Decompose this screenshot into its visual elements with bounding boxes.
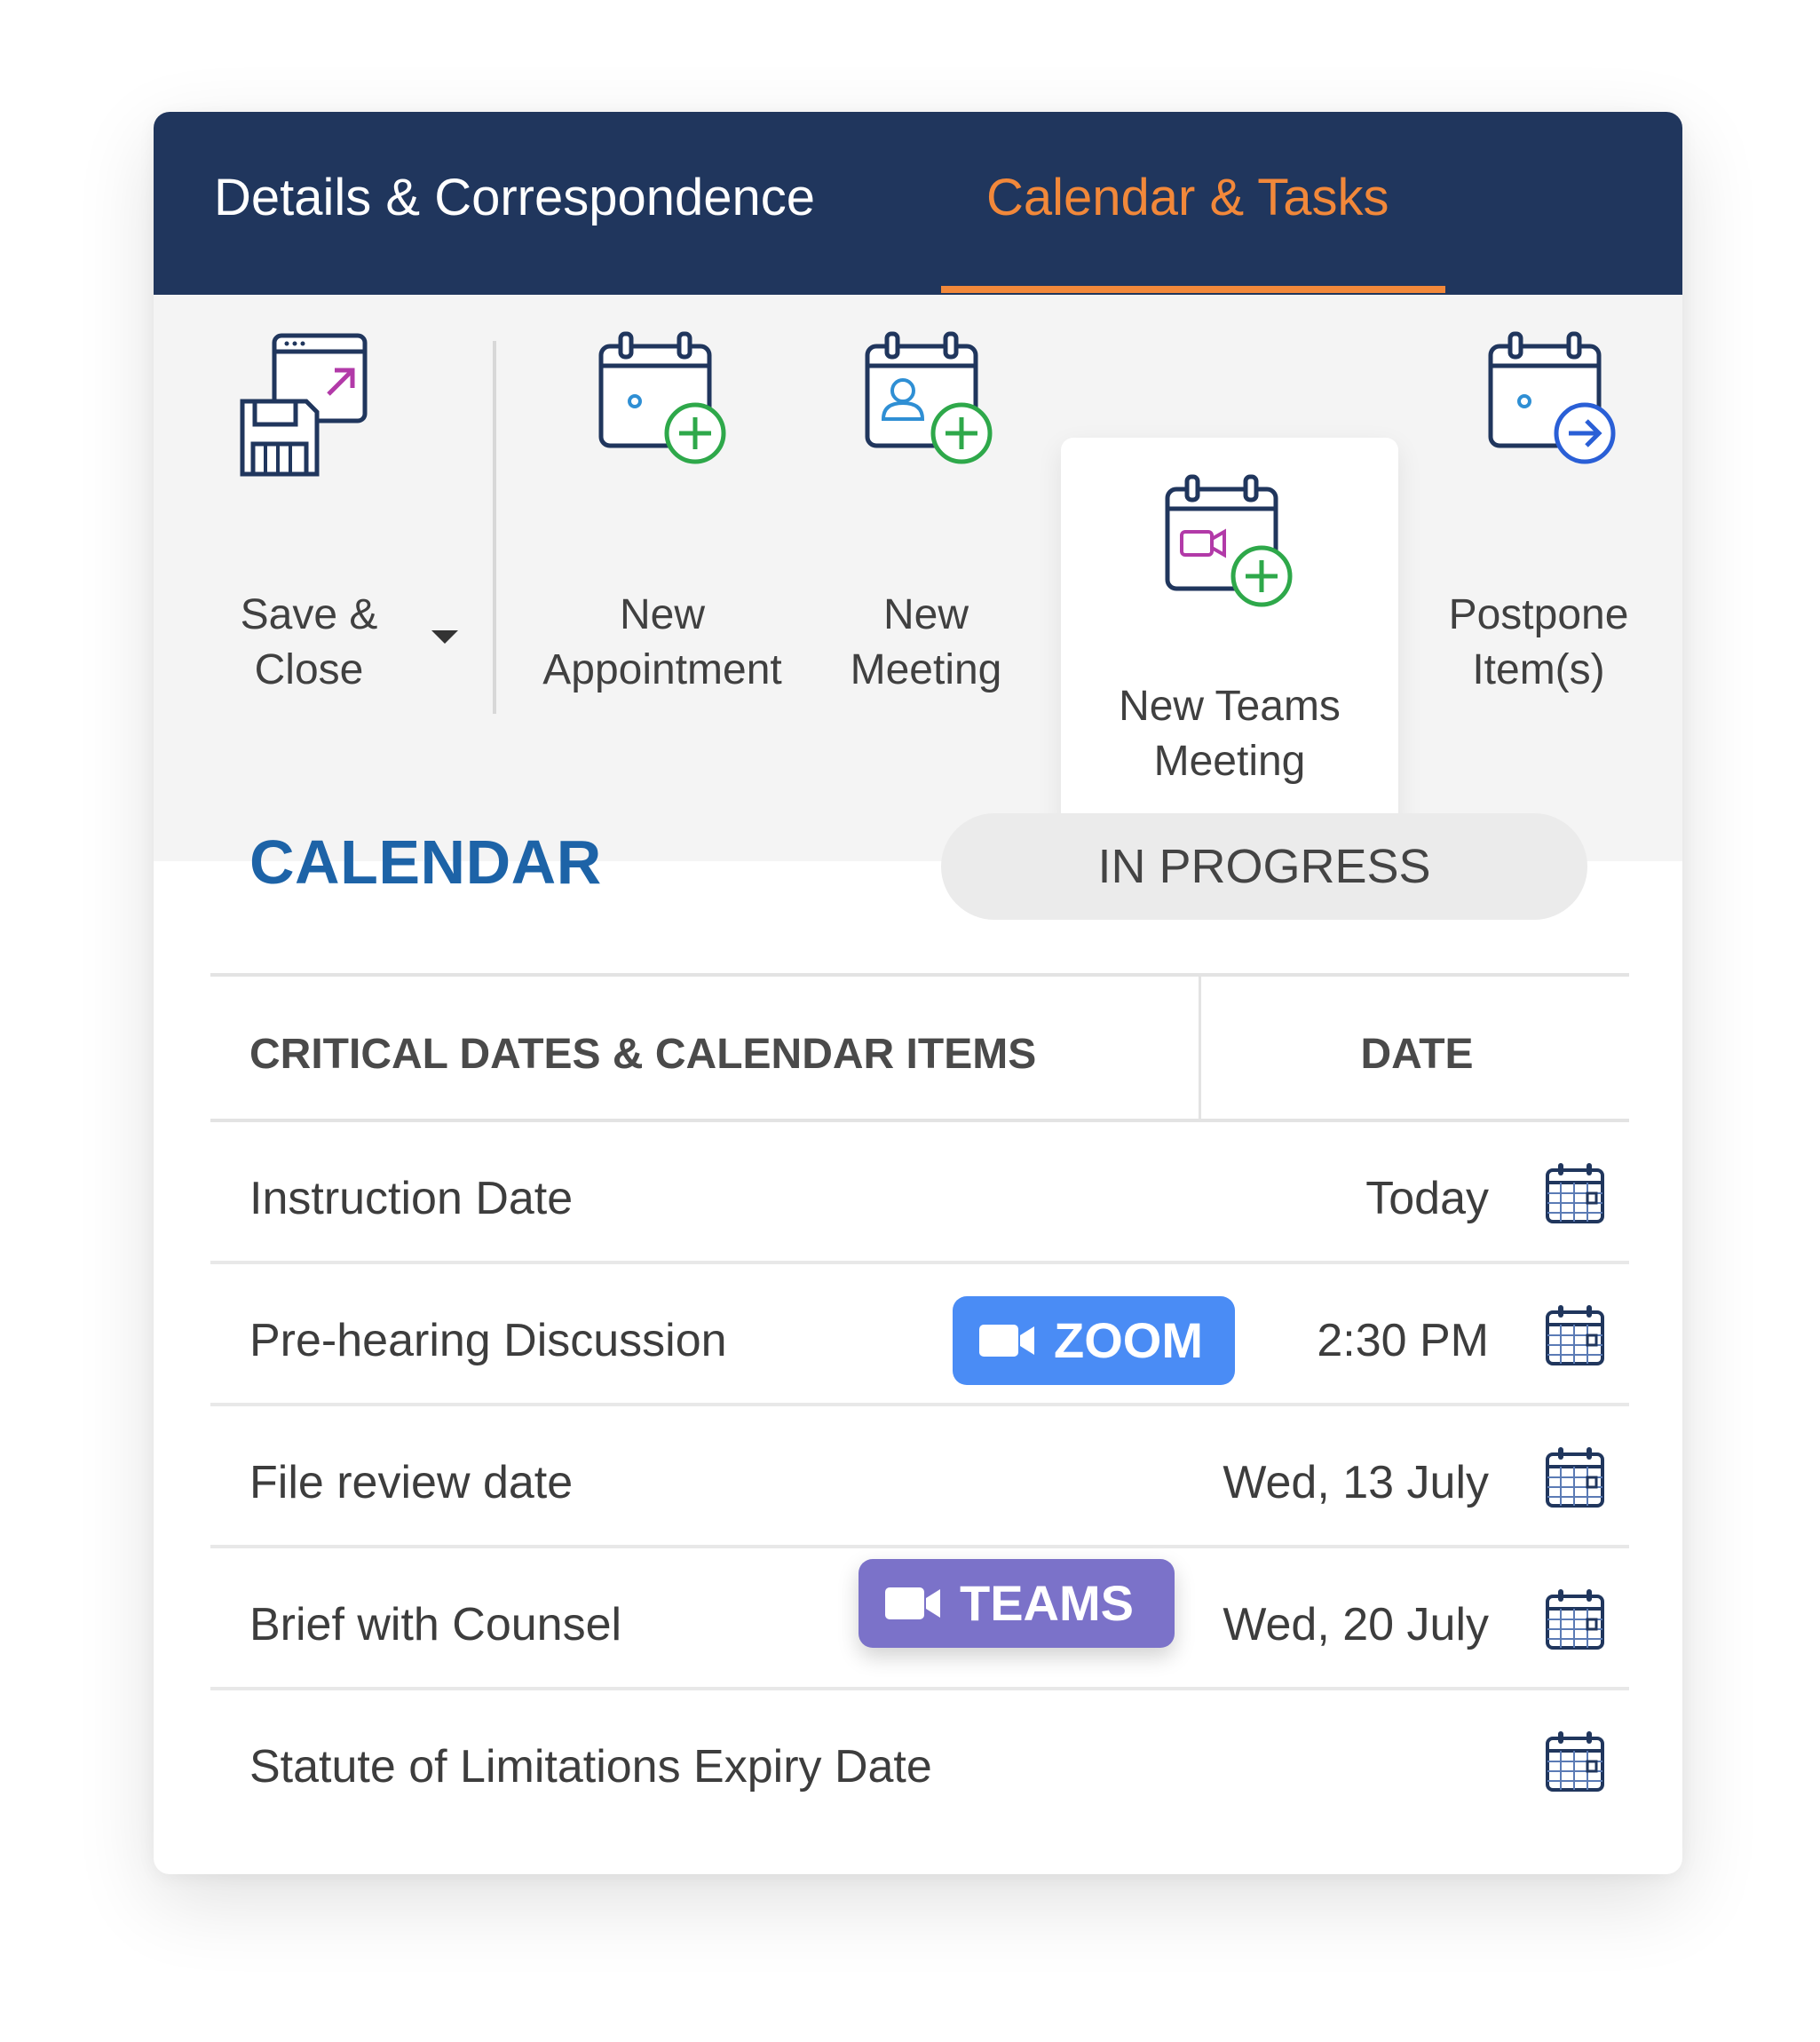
row-label: Statute of Limitations Expiry Date [249, 1741, 932, 1793]
column-divider [1199, 977, 1201, 1122]
column-header-items: CRITICAL DATES & CALENDAR ITEMS [249, 1031, 1037, 1078]
calendar-panel: Details & Correspondence Calendar & Task… [154, 112, 1682, 1874]
tab-calendar-tasks[interactable]: Calendar & Tasks [986, 172, 1389, 224]
video-camera-icon [979, 1325, 1034, 1357]
new-meeting-button[interactable]: New Meeting [837, 330, 1015, 721]
table-header: CRITICAL DATES & CALENDAR ITEMS DATE [210, 973, 1629, 1122]
save-close-button[interactable]: Save & Close [216, 330, 402, 721]
chevron-down-icon[interactable] [431, 630, 458, 644]
tab-bar: Details & Correspondence Calendar & Task… [154, 112, 1682, 295]
teams-badge-label: TEAMS [960, 1575, 1134, 1631]
zoom-badge[interactable]: ZOOM [953, 1296, 1235, 1385]
status-badge[interactable]: IN PROGRESS [941, 813, 1587, 920]
row-label: File review date [249, 1457, 574, 1508]
row-label: Brief with Counsel [249, 1599, 622, 1650]
new-meeting-label: New Meeting [850, 591, 1002, 693]
teams-badge[interactable]: TEAMS [859, 1559, 1175, 1648]
calendar-grid-icon[interactable] [1544, 1729, 1606, 1793]
row-date: Today [1365, 1173, 1489, 1224]
save-close-icon [240, 333, 368, 477]
table-row[interactable]: Statute of Limitations Expiry Date [210, 1690, 1629, 1832]
calendar-plus-icon [598, 331, 726, 464]
calendar-grid-icon[interactable] [1544, 1161, 1606, 1225]
table-row[interactable]: File review date Wed, 13 July [210, 1406, 1629, 1548]
column-header-date: DATE [1360, 1031, 1474, 1078]
calendar-grid-icon[interactable] [1544, 1303, 1606, 1367]
new-appointment-button[interactable]: New Appointment [534, 330, 791, 721]
row-date: Wed, 20 July [1223, 1599, 1489, 1650]
calendar-grid-icon[interactable] [1544, 1587, 1606, 1651]
ribbon-divider [493, 341, 496, 714]
row-date: 2:30 PM [1317, 1315, 1489, 1366]
calendar-grid-icon[interactable] [1544, 1445, 1606, 1509]
new-teams-meeting-button[interactable]: New Teams Meeting [1061, 438, 1398, 834]
calendar-video-plus-icon [1165, 474, 1293, 607]
save-close-label: Save & Close [240, 591, 378, 693]
table-row[interactable]: Brief with Counsel TEAMS Wed, 20 July [210, 1548, 1629, 1690]
ribbon-toolbar: Save & Close New Appointment New Meeting… [154, 295, 1682, 861]
active-tab-indicator [941, 286, 1445, 293]
row-label: Pre-hearing Discussion [249, 1315, 727, 1366]
calendar-person-plus-icon [865, 331, 993, 464]
postpone-items-button[interactable]: Postpone Item(s) [1432, 330, 1645, 721]
new-appointment-label: New Appointment [542, 591, 782, 693]
postpone-items-label: Postpone Item(s) [1448, 591, 1629, 693]
calendar-arrow-icon [1488, 331, 1616, 464]
zoom-badge-label: ZOOM [1054, 1312, 1203, 1368]
table-row[interactable]: Instruction Date Today [210, 1122, 1629, 1264]
section-title: CALENDAR [249, 827, 602, 897]
table-row[interactable]: Pre-hearing Discussion ZOOM 2:30 PM [210, 1264, 1629, 1406]
video-camera-icon [885, 1587, 940, 1619]
row-label: Instruction Date [249, 1173, 574, 1224]
new-teams-meeting-label: New Teams Meeting [1119, 683, 1341, 785]
tab-details-correspondence[interactable]: Details & Correspondence [214, 172, 815, 224]
row-date: Wed, 13 July [1223, 1457, 1489, 1508]
